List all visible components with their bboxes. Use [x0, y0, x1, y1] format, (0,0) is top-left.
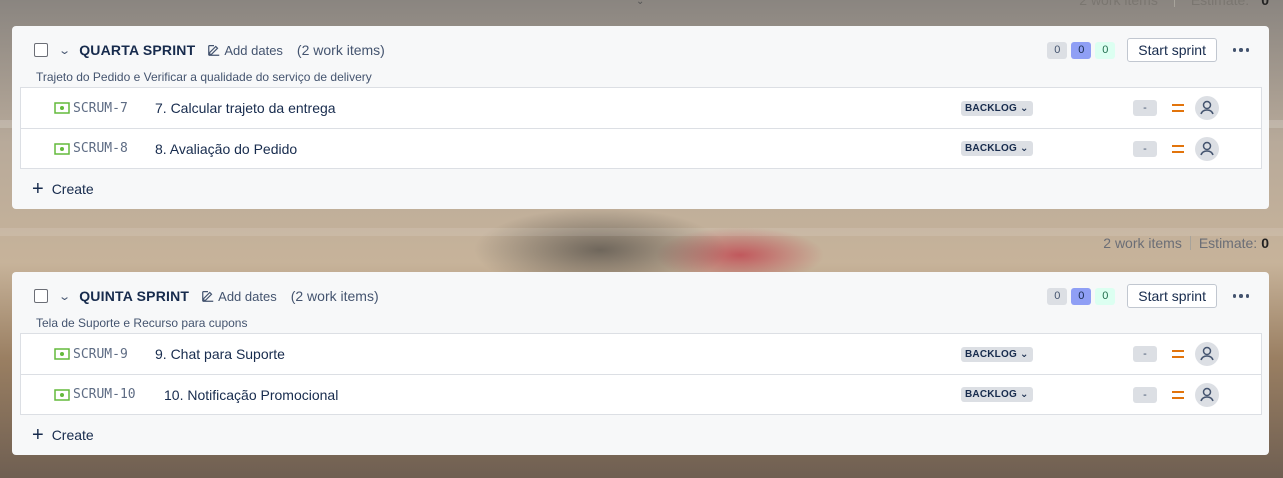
estimate-field[interactable]: - — [1133, 386, 1157, 403]
done-count-badge: 0 — [1095, 41, 1116, 59]
plus-icon: + — [32, 178, 44, 200]
estimate-field[interactable]: - — [1133, 346, 1157, 362]
sprint-quinta: ⌄ QUINTA SPRINT Add dates (2 work items)… — [12, 272, 1269, 455]
add-dates-button[interactable]: Add dates — [207, 43, 283, 58]
divider — [1189, 236, 1191, 250]
work-item-list: SCRUM-7 7. Calcular trajeto da entrega B… — [20, 87, 1262, 169]
story-icon — [54, 102, 70, 114]
priority-medium-icon — [1172, 350, 1184, 358]
chevron-down-icon: ⌄ — [1019, 348, 1029, 360]
work-item-summary[interactable]: 7. Calcular trajeto da entrega — [155, 100, 336, 116]
status-dropdown[interactable]: BACKLOG ⌄ — [961, 346, 1033, 362]
sprint-name[interactable]: QUINTA SPRINT — [79, 288, 189, 304]
status-label: BACKLOG — [965, 143, 1017, 154]
sprint-select-checkbox[interactable] — [34, 43, 48, 57]
chevron-down-icon[interactable]: ⌄ — [58, 44, 71, 57]
start-sprint-button[interactable]: Start sprint — [1127, 38, 1217, 62]
divider — [1173, 0, 1175, 7]
add-dates-label: Add dates — [218, 288, 277, 304]
more-actions-icon[interactable] — [1229, 38, 1253, 62]
status-label: BACKLOG — [965, 348, 1017, 360]
chevron-down-icon[interactable]: ⌄ — [58, 290, 71, 303]
in-progress-count-badge: 0 — [1071, 41, 1092, 59]
estimate-label: Estimate: — [1190, 0, 1250, 8]
work-items-count: 2 work items — [1103, 235, 1182, 251]
create-work-item-button[interactable]: + Create — [12, 415, 1269, 455]
status-dropdown[interactable]: BACKLOG ⌄ — [961, 141, 1033, 156]
estimate-value: 0 — [1261, 235, 1269, 251]
work-item-summary[interactable]: 9. Chat para Suporte — [155, 346, 285, 362]
work-item-summary[interactable]: 10. Notificação Promocional — [164, 387, 338, 403]
add-dates-label: Add dates — [224, 42, 283, 58]
priority-medium-icon — [1172, 390, 1184, 399]
more-actions-icon[interactable] — [1229, 284, 1253, 308]
avatar-icon[interactable] — [1195, 342, 1219, 366]
estimate-label: Estimate: — [1198, 235, 1258, 251]
work-item-row[interactable]: SCRUM-8 8. Avaliação do Pedido BACKLOG ⌄… — [21, 128, 1261, 168]
collapse-caret-icon: ⌄ — [636, 0, 645, 7]
plus-icon: + — [32, 424, 44, 446]
avatar-icon[interactable] — [1195, 96, 1219, 120]
sprint-select-checkbox[interactable] — [34, 289, 48, 303]
story-icon — [54, 388, 70, 401]
avatar-icon[interactable] — [1195, 382, 1219, 407]
work-item-row[interactable]: SCRUM-10 10. Notificação Promocional BAC… — [21, 374, 1261, 414]
work-items-count: 2 work items — [1079, 0, 1158, 8]
work-item-row[interactable]: SCRUM-7 7. Calcular trajeto da entrega B… — [21, 88, 1261, 128]
create-label: Create — [51, 181, 94, 197]
in-progress-count-badge: 0 — [1071, 287, 1092, 305]
edit-icon — [208, 45, 220, 56]
sprint-name[interactable]: QUARTA SPRINT — [79, 42, 195, 58]
start-sprint-button[interactable]: Start sprint — [1127, 284, 1217, 308]
work-item-list: SCRUM-9 9. Chat para Suporte BACKLOG ⌄ -… — [20, 333, 1262, 415]
work-item-key[interactable]: SCRUM-8 — [73, 141, 128, 156]
work-item-key[interactable]: SCRUM-7 — [73, 101, 128, 116]
estimate-field[interactable]: - — [1133, 100, 1157, 116]
work-item-key[interactable]: SCRUM-9 — [73, 347, 128, 362]
status-label: BACKLOG — [965, 389, 1017, 400]
chevron-down-icon: ⌄ — [1019, 389, 1029, 400]
work-item-key[interactable]: SCRUM-10 — [73, 387, 136, 402]
done-count-badge: 0 — [1095, 287, 1116, 305]
priority-medium-icon — [1172, 144, 1184, 153]
sprint-quarta: ⌄ QUARTA SPRINT Add dates (2 work items)… — [12, 26, 1269, 209]
previous-sprint-summary: 2 work items Estimate: 0 — [1079, 0, 1269, 8]
create-label: Create — [51, 427, 94, 443]
sprint-header: ⌄ QUINTA SPRINT Add dates (2 work items)… — [12, 272, 1269, 320]
status-dropdown[interactable]: BACKLOG ⌄ — [961, 387, 1033, 402]
work-item-summary[interactable]: 8. Avaliação do Pedido — [155, 141, 297, 157]
estimate-value: 0 — [1261, 0, 1269, 8]
estimate-field[interactable]: - — [1133, 140, 1157, 157]
work-items-count: (2 work items) — [296, 42, 385, 58]
todo-count-badge: 0 — [1047, 287, 1068, 305]
work-items-count: (2 work items) — [290, 288, 379, 304]
sprint-header: ⌄ QUARTA SPRINT Add dates (2 work items)… — [12, 26, 1269, 74]
priority-medium-icon — [1172, 104, 1184, 112]
create-work-item-button[interactable]: + Create — [12, 169, 1269, 209]
status-label: BACKLOG — [965, 102, 1017, 114]
todo-count-badge: 0 — [1047, 41, 1068, 59]
avatar-icon[interactable] — [1195, 136, 1219, 161]
sprint-footer-summary: 2 work items Estimate: 0 — [1103, 235, 1269, 251]
edit-icon — [202, 291, 214, 302]
work-item-row[interactable]: SCRUM-9 9. Chat para Suporte BACKLOG ⌄ - — [21, 334, 1261, 374]
story-icon — [54, 142, 70, 155]
chevron-down-icon: ⌄ — [1019, 143, 1029, 154]
status-dropdown[interactable]: BACKLOG ⌄ — [961, 100, 1033, 116]
add-dates-button[interactable]: Add dates — [201, 289, 277, 304]
story-icon — [54, 348, 70, 360]
chevron-down-icon: ⌄ — [1019, 102, 1029, 114]
